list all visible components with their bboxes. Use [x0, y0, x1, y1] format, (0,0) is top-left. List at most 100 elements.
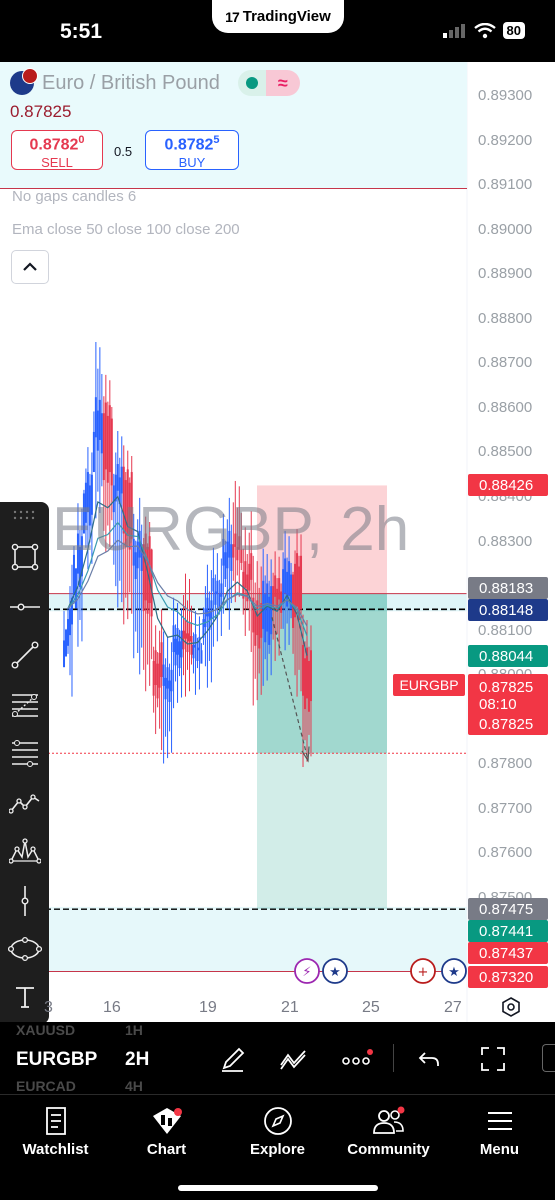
- candle-body: [116, 464, 119, 491]
- price-tag-value: 0.87441: [479, 922, 534, 940]
- undo-button[interactable]: [412, 1042, 446, 1076]
- current-timeframe[interactable]: 2H: [125, 1049, 149, 1071]
- candle-body: [276, 588, 279, 611]
- ellipse-tool[interactable]: [6, 930, 43, 967]
- symbol-strip[interactable]: XAUUSD 1H EURGBP 2H EURCAD 4H: [0, 1022, 555, 1094]
- candle-body: [282, 569, 285, 604]
- price-axis-label: 0.89300: [478, 87, 533, 104]
- market-status-badges[interactable]: ≈: [237, 70, 300, 96]
- chart-settings-hex-icon[interactable]: [500, 996, 522, 1018]
- tab-watchlist[interactable]: Watchlist: [0, 1103, 111, 1158]
- symbol-price-tag: EURGBP: [393, 674, 465, 696]
- fib-retracement-tool[interactable]: [6, 686, 43, 723]
- more-dots-icon: [342, 1049, 373, 1065]
- app-pill: 17 TradingView: [212, 0, 344, 33]
- fullscreen-button[interactable]: [476, 1042, 510, 1076]
- drawing-tools-button[interactable]: [216, 1042, 250, 1076]
- text-tool-icon: [15, 986, 34, 1008]
- tab-menu-label: Menu: [479, 1141, 520, 1158]
- buy-label: BUY: [178, 155, 206, 171]
- next-symbol[interactable]: EURCAD: [16, 1078, 76, 1094]
- rectangle-tool[interactable]: [6, 538, 43, 575]
- grip-icon[interactable]: [12, 510, 36, 520]
- chart-icon: [152, 1108, 182, 1134]
- price-axis-label: 0.89200: [478, 131, 533, 149]
- instrument-panel: Euro / British Pound ≈ 0.87825 0.87820 S…: [0, 62, 467, 189]
- candle-body: [210, 600, 213, 620]
- drawing-toolbar[interactable]: [0, 502, 49, 1022]
- candle-body: [196, 647, 199, 661]
- square-corners-icon: [11, 543, 38, 570]
- candle-body: [200, 650, 203, 664]
- prev-timeframe[interactable]: 1H: [125, 1022, 143, 1038]
- ellipse-icon: [7, 936, 42, 961]
- candle-body: [280, 591, 283, 613]
- pattern-icon: [8, 837, 41, 864]
- time-axis-label: 16: [103, 999, 121, 1016]
- price-tag-value: 0.87825: [479, 715, 534, 733]
- candle-body: [212, 578, 215, 592]
- indicators-button[interactable]: [276, 1042, 310, 1076]
- tab-bar[interactable]: Watchlist Chart Explore Community Menu: [0, 1094, 555, 1200]
- candle-body: [204, 608, 207, 628]
- indicator-ema[interactable]: Ema close 50 close 100 close 200: [12, 221, 240, 238]
- tab-menu[interactable]: Menu: [444, 1103, 555, 1158]
- candle-body: [220, 583, 223, 597]
- candle-body: [258, 613, 261, 649]
- candle-body: [100, 413, 103, 454]
- tab-watchlist-label: Watchlist: [22, 1141, 89, 1158]
- candle-body: [68, 608, 71, 636]
- event-glyph: ⚡: [302, 965, 311, 980]
- trend-line-tool[interactable]: [6, 636, 43, 673]
- price-axis-label: 0.87600: [478, 844, 533, 862]
- candle-body: [307, 660, 310, 712]
- side-panel-handle[interactable]: [542, 1044, 555, 1072]
- currency-flags-icon: [10, 68, 38, 95]
- sell-button[interactable]: 0.87820 SELL: [11, 130, 103, 170]
- candle-body: [244, 561, 247, 588]
- candle-body: [216, 580, 219, 595]
- pattern-tool[interactable]: [6, 832, 43, 869]
- candle-body: [274, 575, 277, 597]
- text-tool[interactable]: [6, 978, 43, 1015]
- vertical-line-icon: [20, 885, 28, 916]
- next-timeframe[interactable]: 4H: [125, 1078, 143, 1094]
- candle-body: [302, 644, 305, 696]
- candle-body: [96, 410, 99, 451]
- horizontal-line-icon: [9, 602, 40, 610]
- vertical-line-tool[interactable]: [6, 882, 43, 919]
- spread-value: 0.5: [114, 144, 133, 159]
- zigzag-tool[interactable]: [6, 784, 43, 821]
- wave-lines-icon: [280, 1050, 306, 1070]
- price-tag: 0.88148: [468, 599, 548, 621]
- time-axis-label: 25: [362, 999, 380, 1016]
- event-glyph: ★: [329, 965, 341, 980]
- home-indicator: [178, 1185, 378, 1191]
- tab-community[interactable]: Community: [333, 1103, 444, 1158]
- tab-explore[interactable]: Explore: [222, 1103, 333, 1158]
- price-tag-value: 0.88426: [479, 476, 534, 494]
- lower-zone-band: [0, 906, 467, 972]
- fib-levels-tool[interactable]: [6, 734, 43, 771]
- candle-body: [168, 680, 171, 702]
- symbol-row[interactable]: Euro / British Pound ≈: [10, 68, 300, 96]
- time-axis-label: 3: [44, 999, 53, 1016]
- price-tag-countdown: 08:10: [479, 696, 517, 713]
- buy-price: 0.8782: [164, 136, 214, 154]
- more-options-button[interactable]: [340, 1042, 374, 1076]
- chart-area[interactable]: ⚡ ★ + ★ EURGBP, 2h Euro / British Pound ≈ 0…: [0, 62, 555, 1022]
- status-right: 80: [442, 22, 525, 39]
- candle-body: [192, 644, 195, 659]
- current-symbol[interactable]: EURGBP: [16, 1049, 97, 1071]
- buy-button[interactable]: 0.87825 BUY: [145, 130, 239, 170]
- tab-explore-label: Explore: [249, 1141, 306, 1158]
- price-tag-value: 0.87475: [479, 900, 534, 918]
- candle-body: [65, 629, 68, 657]
- horizontal-line-tool[interactable]: [6, 588, 43, 625]
- collapse-legend-button[interactable]: [11, 250, 49, 284]
- battery-icon: 80: [502, 22, 525, 39]
- prev-symbol[interactable]: XAUUSD: [16, 1022, 75, 1038]
- indicator-no-gaps[interactable]: No gaps candles 6: [12, 188, 136, 205]
- tab-chart[interactable]: Chart: [111, 1103, 222, 1158]
- watchlist-icon: [45, 1107, 66, 1135]
